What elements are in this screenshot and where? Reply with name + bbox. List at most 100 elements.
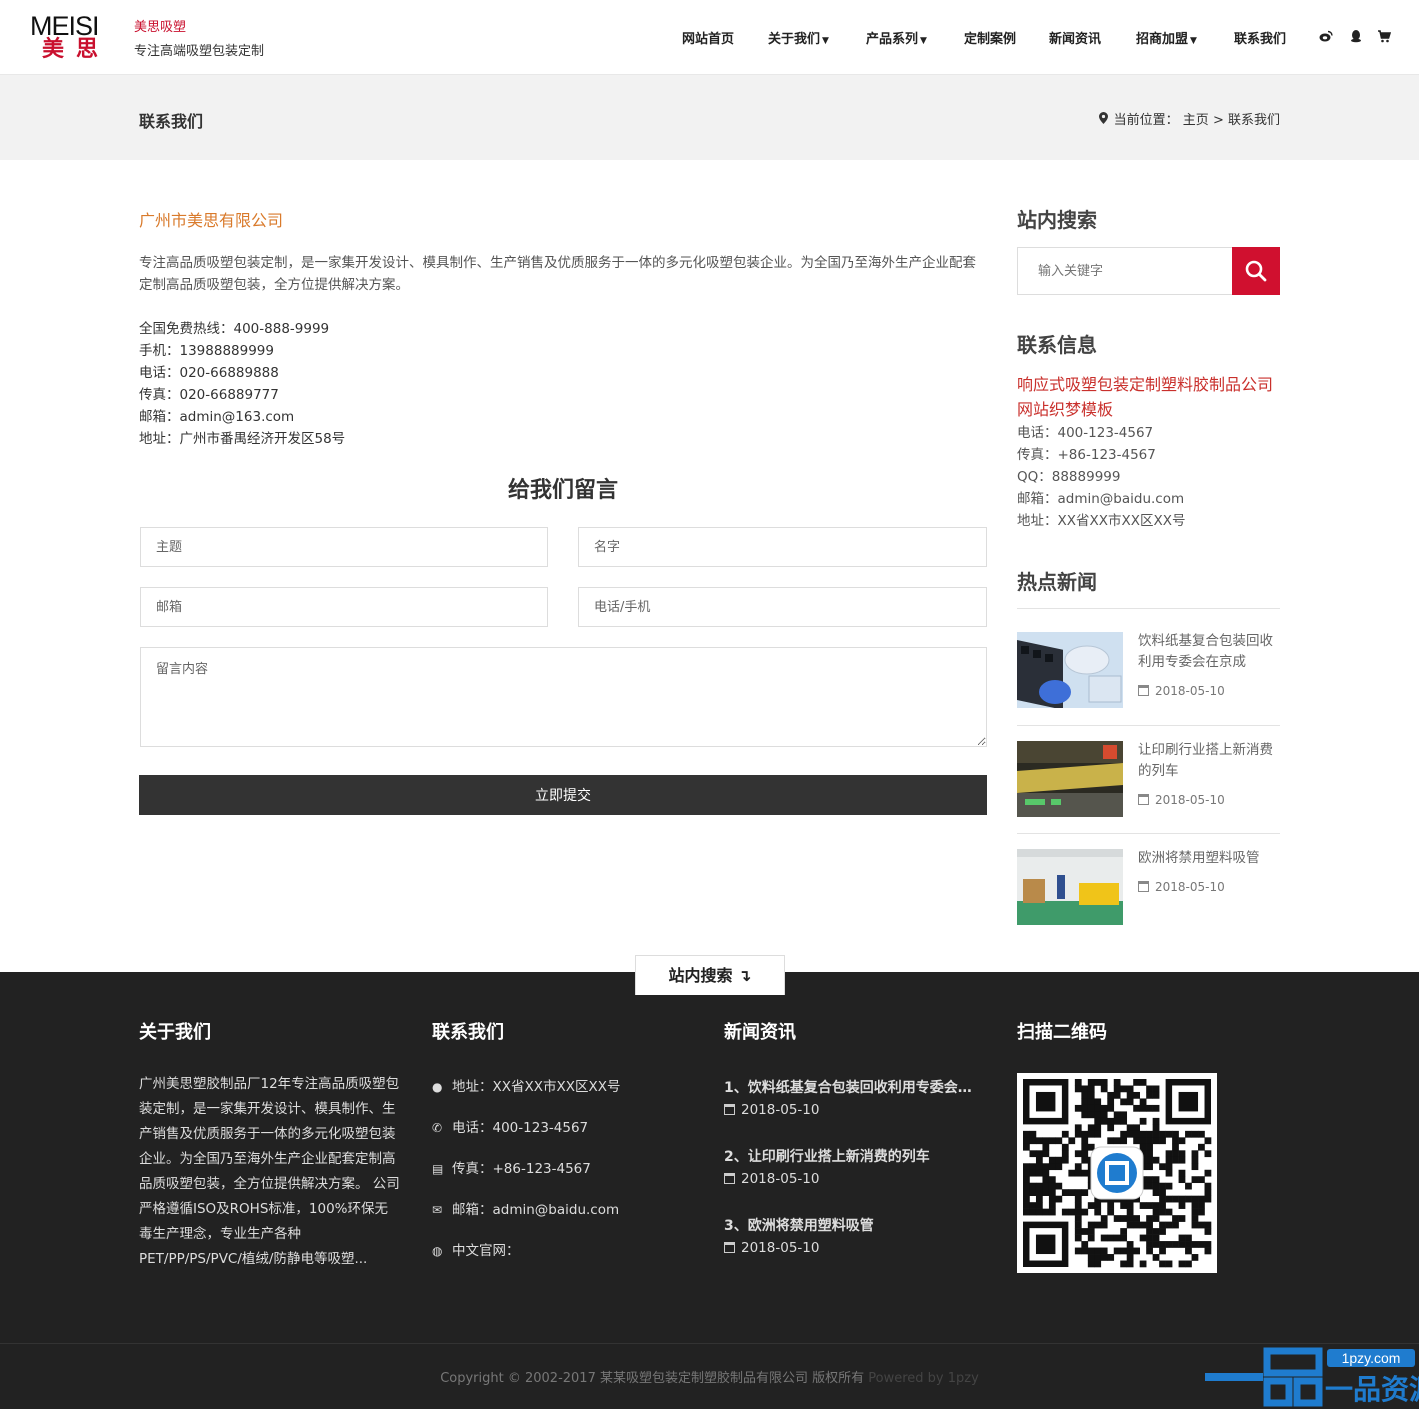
company-intro: 专注高品质吸塑包装定制，是一家集开发设计、模具制作、生产销售及优质服务于一体的多… <box>139 255 976 293</box>
footer-qr-title: 扫描二维码 <box>1017 1022 1107 1043</box>
location-icon: ● <box>432 1080 443 1094</box>
message-form-title: 给我们留言 <box>507 478 618 503</box>
submit-button[interactable]: 立即提交 <box>139 775 987 815</box>
address-text: 地址：广州市番禺经济开发区58号 <box>139 431 346 447</box>
nav-join[interactable]: 招商加盟 ▼ <box>1136 28 1197 47</box>
phone-icon: ✆ <box>432 1121 443 1135</box>
divider <box>0 1343 1419 1344</box>
chevron-down-icon: ▼ <box>920 36 927 46</box>
weibo-icon[interactable] <box>1319 29 1333 43</box>
footer-news-item[interactable]: 2、让印刷行业搭上新消费的列车 <box>724 1146 976 1166</box>
search-icon <box>1245 260 1267 282</box>
fax-text: 传真：020-66889777 <box>139 387 279 403</box>
sidebar-hot-news-title: 热点新闻 <box>1017 570 1097 594</box>
calendar-icon <box>724 1104 735 1115</box>
copyright-text: Copyright © 2002-2017 某某吸塑包装定制塑胶制品有限公司 版… <box>440 1371 865 1386</box>
news-thumbnail[interactable] <box>1017 632 1123 708</box>
news-title[interactable]: 欧洲将禁用塑料吸管 <box>1138 848 1278 869</box>
hotline-text: 全国免费热线：400-888-9999 <box>139 321 330 337</box>
breadcrumb-separator: > <box>1212 113 1224 128</box>
site-logo[interactable]: MEISI 美思 <box>30 12 112 64</box>
page-title: 联系我们 <box>139 112 204 131</box>
calendar-icon <box>1138 685 1149 696</box>
sidebar-search-input[interactable] <box>1017 247 1232 295</box>
chevron-down-icon: ▼ <box>822 36 829 46</box>
footer-news-date: 2018-05-10 <box>724 1102 819 1118</box>
footer-news-item[interactable]: 1、饮料纸基复合包装回收利用专委会在京成 <box>724 1077 976 1097</box>
news-date: 2018-05-10 <box>1138 684 1225 698</box>
logo-text-en: MEISI <box>30 11 100 41</box>
sidebar-contact-title: 联系信息 <box>1017 333 1097 357</box>
nav-products[interactable]: 产品系列 ▼ <box>866 28 927 47</box>
message-textarea[interactable] <box>140 647 987 747</box>
qq-icon[interactable] <box>1349 29 1363 43</box>
nav-cases[interactable]: 定制案例 <box>964 28 1016 47</box>
footer-contact-title: 联系我们 <box>432 1022 504 1043</box>
footer-about-title: 关于我们 <box>139 1022 211 1043</box>
watermark-logo: 1pzy.com 一品资源网 <box>1205 1345 1419 1409</box>
news-title[interactable]: 饮料纸基复合包装回收利用专委会在京成 <box>1138 631 1278 673</box>
email-input[interactable] <box>140 587 548 627</box>
calendar-icon <box>1138 794 1149 805</box>
news-thumbnail[interactable] <box>1017 849 1123 925</box>
footer-website: ◍ 中文官网： <box>432 1243 520 1259</box>
company-name: 广州市美思有限公司 <box>139 211 284 230</box>
contact-details: 全国免费热线：400-888-9999 手机：13988889999 电话：02… <box>139 318 345 450</box>
logo-text-cn: 美思 <box>42 37 111 62</box>
news-title[interactable]: 让印刷行业搭上新消费的列车 <box>1138 740 1278 782</box>
breadcrumb: 当前位置： 主页 > 联系我们 <box>1098 109 1280 128</box>
calendar-icon <box>724 1242 735 1253</box>
sidebar-email: 邮箱：admin@baidu.com <box>1017 491 1185 507</box>
footer-phone: ✆ 电话：400-123-4567 <box>432 1120 589 1136</box>
name-input[interactable] <box>578 527 987 567</box>
breadcrumb-home[interactable]: 主页 <box>1183 113 1209 128</box>
nav-contact[interactable]: 联系我们 <box>1234 28 1286 47</box>
news-date: 2018-05-10 <box>1138 880 1225 894</box>
cart-icon[interactable] <box>1377 29 1392 43</box>
divider <box>1017 833 1280 834</box>
sidebar-address: 地址：XX省XX市XX区XX号 <box>1017 513 1186 529</box>
footer-news-item[interactable]: 3、欧洲将禁用塑料吸管 <box>724 1215 976 1235</box>
sidebar-qq: QQ：88889999 <box>1017 469 1121 485</box>
sidebar-search-button[interactable] <box>1232 247 1280 295</box>
breadcrumb-label: 当前位置： <box>1113 113 1179 128</box>
email-text: 邮箱：admin@163.com <box>139 409 295 425</box>
calendar-icon <box>724 1173 735 1184</box>
subject-input[interactable] <box>140 527 548 567</box>
footer-search-tab[interactable]: 站内搜索 ↴ <box>635 955 785 995</box>
watermark-text: 一品资源网 <box>1325 1373 1419 1406</box>
nav-about[interactable]: 关于我们 ▼ <box>768 28 829 47</box>
breadcrumb-current: 联系我们 <box>1227 113 1280 128</box>
qr-code <box>1017 1073 1217 1273</box>
sidebar-contact-company[interactable]: 响应式吸塑包装定制塑料胶制品公司网站织梦模板 <box>1017 372 1282 422</box>
brand-name: 美思吸塑 <box>134 20 187 35</box>
calendar-icon <box>1138 881 1149 892</box>
printer-icon: ▤ <box>432 1162 444 1176</box>
mobile-text: 手机：13988889999 <box>139 343 274 359</box>
globe-icon: ◍ <box>432 1244 443 1258</box>
footer-about-text: 广州美思塑胶制品厂12年专注高品质吸塑包装定制，是一家集开发设计、模具制作、生产… <box>139 1076 400 1267</box>
chevron-down-icon: ▼ <box>1190 36 1197 46</box>
sidebar-fax: 传真：+86-123-4567 <box>1017 447 1156 463</box>
news-thumbnail[interactable] <box>1017 741 1123 817</box>
nav-home[interactable]: 网站首页 <box>682 28 734 47</box>
sidebar-search-title: 站内搜索 <box>1017 208 1097 232</box>
powered-by[interactable]: Powered by 1pzy <box>868 1371 979 1386</box>
location-icon <box>1098 112 1108 128</box>
page-banner: 联系我们 当前位置： 主页 > 联系我们 <box>0 75 1419 160</box>
divider <box>1017 608 1280 609</box>
site-header: MEISI 美思 美思吸塑 专注高端吸塑包装定制 网站首页 关于我们 ▼ 产品系列… <box>0 0 1419 75</box>
phone-text: 电话：020-66889888 <box>139 365 279 381</box>
watermark-url: 1pzy.com <box>1342 1350 1401 1366</box>
phone-input[interactable] <box>578 587 987 627</box>
sidebar-contact-lines: 电话：400-123-4567 传真：+86-123-4567 QQ：88889… <box>1017 422 1186 532</box>
footer-email: ✉ 邮箱：admin@baidu.com <box>432 1202 620 1218</box>
footer-news-date: 2018-05-10 <box>724 1171 819 1187</box>
nav-news[interactable]: 新闻资讯 <box>1049 28 1101 47</box>
mail-icon: ✉ <box>432 1203 443 1217</box>
footer-fax: ▤ 传真：+86-123-4567 <box>432 1161 591 1177</box>
brand-slogan: 专注高端吸塑包装定制 <box>134 44 265 59</box>
footer-news-date: 2018-05-10 <box>724 1240 819 1256</box>
news-date: 2018-05-10 <box>1138 793 1225 807</box>
footer-news-title: 新闻资讯 <box>724 1022 796 1043</box>
